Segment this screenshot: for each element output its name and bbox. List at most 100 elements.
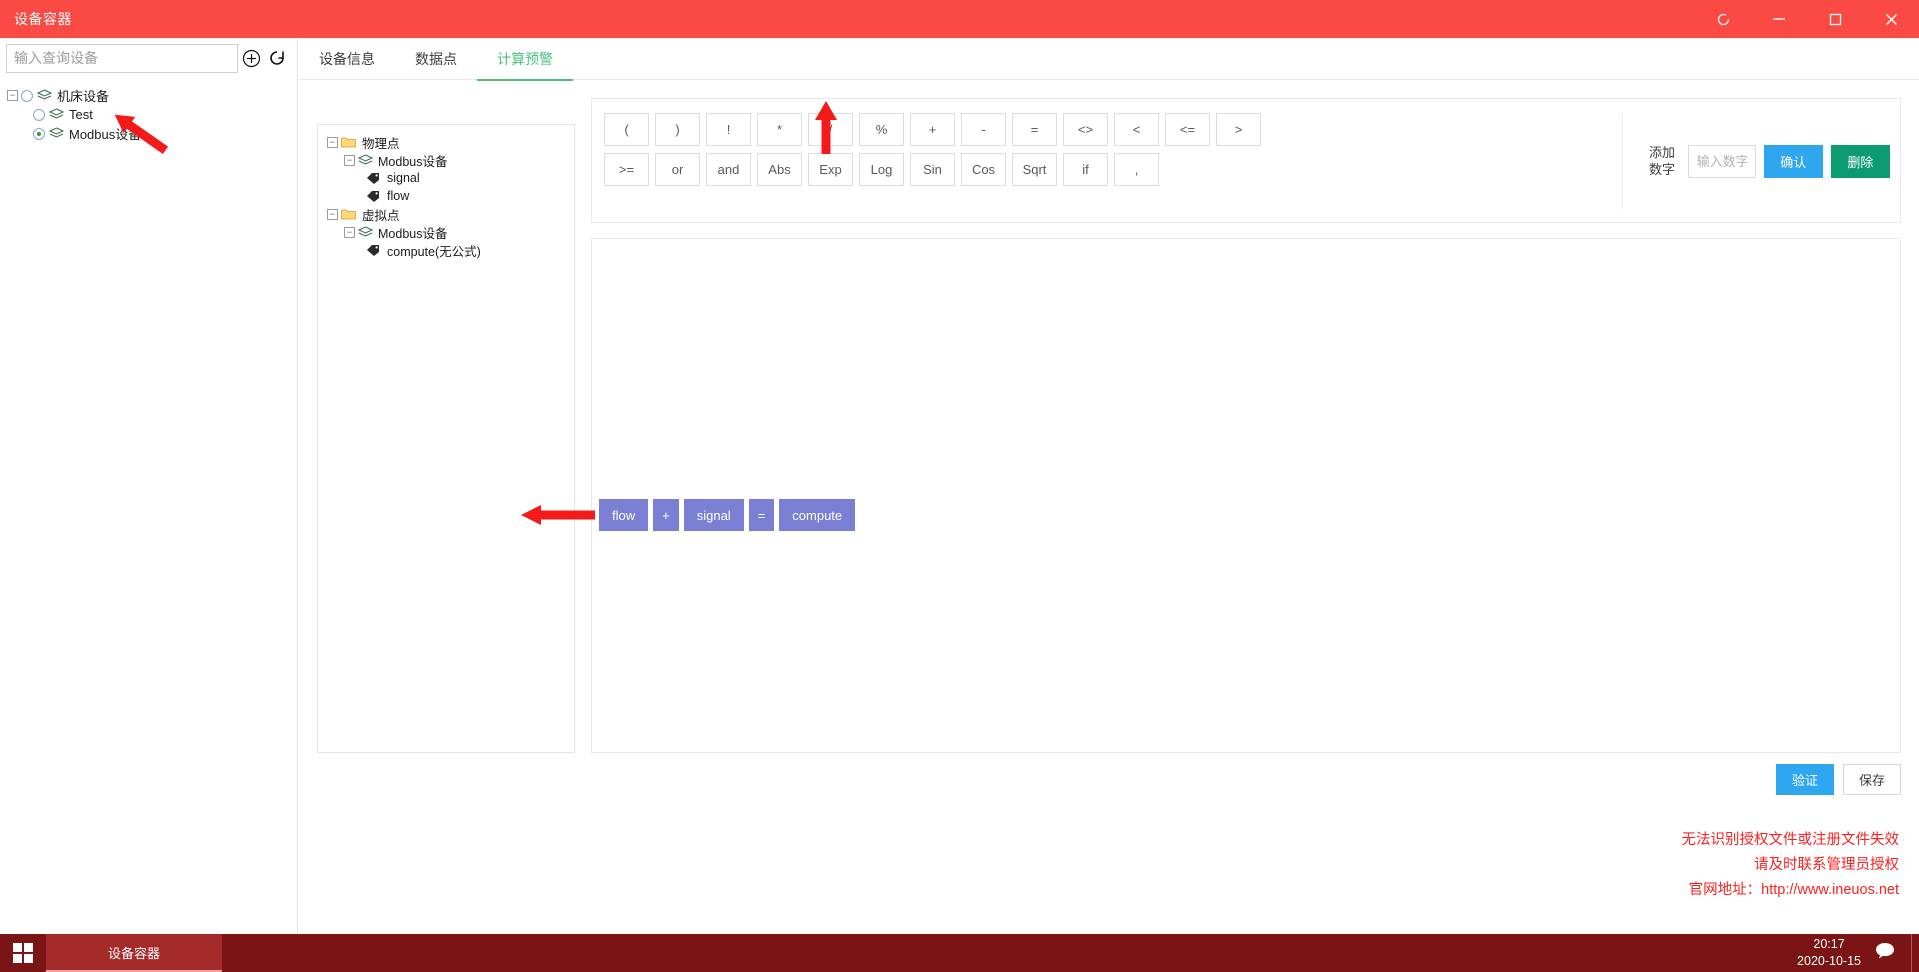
clock-time: 20:17 [1813, 937, 1845, 951]
refresh-icon[interactable] [1695, 0, 1751, 38]
operator-button[interactable]: / [808, 113, 853, 146]
operator-button[interactable]: >= [604, 153, 649, 186]
device-tree-label: Test [69, 107, 93, 122]
operator-button[interactable]: ! [706, 113, 751, 146]
clock-date: 2020-10-15 [1797, 954, 1861, 968]
device-tree-label: 机床设备 [57, 89, 110, 104]
device-tree-node[interactable]: − 机床设备 [0, 86, 298, 105]
device-sidebar: − 机床设备 Test Modbus设备 [0, 38, 298, 934]
formula-token-plus[interactable]: + [653, 499, 679, 531]
refresh-icon[interactable] [264, 43, 290, 73]
operator-button[interactable]: < [1114, 113, 1159, 146]
operator-button[interactable]: Abs [757, 153, 802, 186]
tab-bar: 设备信息 数据点 计算预警 [299, 38, 1919, 81]
folder-icon [341, 136, 356, 148]
operator-button[interactable]: = [1012, 113, 1057, 146]
operator-button[interactable]: Cos [961, 153, 1006, 186]
device-radio[interactable] [21, 89, 33, 102]
point-tree-node-signal[interactable]: signal [318, 169, 574, 187]
collapse-toggle-icon[interactable]: − [344, 154, 355, 166]
sidebar-search-row [0, 38, 298, 78]
verify-button[interactable]: 验证 [1776, 764, 1834, 795]
point-tree-node[interactable]: − 物理点 [318, 133, 574, 151]
point-tree-label: flow [387, 189, 410, 203]
taskbar-item-device-container[interactable]: 设备容器 [46, 934, 222, 972]
operator-button[interactable]: if [1063, 153, 1108, 186]
operator-toolbar: ( ) ! * / % + - = <> < <= > >= or and Ab… [591, 98, 1901, 223]
point-tree-label: 物理点 [362, 136, 400, 151]
layers-icon [357, 153, 374, 167]
tab-compute-alarm[interactable]: 计算预警 [477, 38, 573, 81]
formula-token-row: flow + signal = compute [599, 499, 856, 531]
license-warning-line1: 无法识别授权文件或注册文件失效 [1681, 832, 1900, 848]
point-tree-label: compute(无公式) [387, 244, 481, 259]
operator-button[interactable]: ( [604, 113, 649, 146]
point-tree-node-compute[interactable]: compute(无公式) [318, 241, 574, 259]
windows-logo-icon[interactable] [0, 934, 46, 972]
device-tree: − 机床设备 Test Modbus设备 [0, 86, 298, 143]
operator-button[interactable]: Sin [910, 153, 955, 186]
operator-button[interactable]: Exp [808, 153, 853, 186]
chat-bubble-icon[interactable] [1875, 942, 1895, 964]
save-button[interactable]: 保存 [1843, 764, 1901, 795]
point-tree-label: 虚拟点 [362, 208, 400, 223]
collapse-toggle-icon[interactable]: − [327, 208, 338, 220]
license-warning-line2: 请及时联系管理员授权 [1754, 857, 1899, 873]
confirm-button[interactable]: 确认 [1763, 144, 1823, 178]
formula-token-equals[interactable]: = [748, 499, 775, 531]
search-input[interactable] [6, 43, 238, 73]
formula-token-signal[interactable]: signal [683, 499, 744, 531]
operator-button[interactable]: > [1216, 113, 1261, 146]
device-tree-node-modbus[interactable]: Modbus设备 [0, 124, 298, 143]
add-number-group: 添加数字 确认 删除 [1622, 113, 1891, 209]
formula-canvas[interactable]: flow + signal = compute [591, 238, 1901, 753]
operator-button[interactable]: ) [655, 113, 700, 146]
operator-button[interactable]: * [757, 113, 802, 146]
system-tray: 20:17 2020-10-15 [1797, 934, 1919, 972]
point-tree-node-flow[interactable]: flow [318, 187, 574, 205]
operator-button[interactable]: - [961, 113, 1006, 146]
tag-icon [366, 172, 380, 184]
tab-device-info[interactable]: 设备信息 [299, 38, 395, 80]
folder-icon [341, 208, 356, 220]
operator-button[interactable]: and [706, 153, 751, 186]
layers-icon [36, 89, 53, 102]
collapse-toggle-icon[interactable]: − [344, 226, 355, 238]
layers-icon [48, 127, 65, 140]
operator-button[interactable]: Sqrt [1012, 153, 1057, 186]
device-radio[interactable] [33, 108, 45, 121]
plus-circle-icon[interactable] [238, 43, 264, 73]
operator-button[interactable]: + [910, 113, 955, 146]
point-tree-node[interactable]: − Modbus设备 [318, 223, 574, 241]
tab-data-points[interactable]: 数据点 [395, 38, 477, 80]
point-tree-node[interactable]: − Modbus设备 [318, 151, 574, 169]
point-tree-node[interactable]: − 虚拟点 [318, 205, 574, 223]
operator-row-1: ( ) ! * / % + - = <> < <= > [604, 113, 1261, 146]
window-controls [1695, 0, 1919, 38]
taskbar: 设备容器 20:17 2020-10-15 [0, 934, 1919, 972]
collapse-toggle-icon[interactable]: − [7, 90, 18, 101]
maximize-icon[interactable] [1807, 0, 1863, 38]
main-content: 设备信息 数据点 计算预警 − 物理点 − Modbus设备 signal fl… [299, 38, 1919, 934]
operator-button[interactable]: , [1114, 153, 1159, 186]
operator-button[interactable]: % [859, 113, 904, 146]
minimize-icon[interactable] [1751, 0, 1807, 38]
device-radio-selected[interactable] [33, 127, 45, 140]
device-tree-label: Modbus设备 [69, 127, 142, 142]
formula-token-compute[interactable]: compute [779, 499, 856, 531]
close-icon[interactable] [1863, 0, 1919, 38]
formula-token-flow[interactable]: flow [599, 499, 649, 531]
delete-button[interactable]: 删除 [1830, 144, 1891, 178]
point-tree-panel: − 物理点 − Modbus设备 signal flow − 虚拟点 − Mod… [317, 124, 575, 753]
collapse-toggle-icon[interactable]: − [327, 136, 338, 148]
show-desktop-button[interactable] [1911, 934, 1919, 972]
add-number-label: 添加数字 [1649, 145, 1676, 177]
operator-button[interactable]: or [655, 153, 700, 186]
taskbar-clock[interactable]: 20:17 2020-10-15 [1797, 936, 1861, 970]
number-input[interactable] [1687, 144, 1756, 178]
layers-icon [48, 108, 65, 121]
device-tree-node[interactable]: Test [0, 105, 298, 124]
operator-button[interactable]: Log [859, 153, 904, 186]
operator-button[interactable]: <= [1165, 113, 1210, 146]
operator-button[interactable]: <> [1063, 113, 1108, 146]
